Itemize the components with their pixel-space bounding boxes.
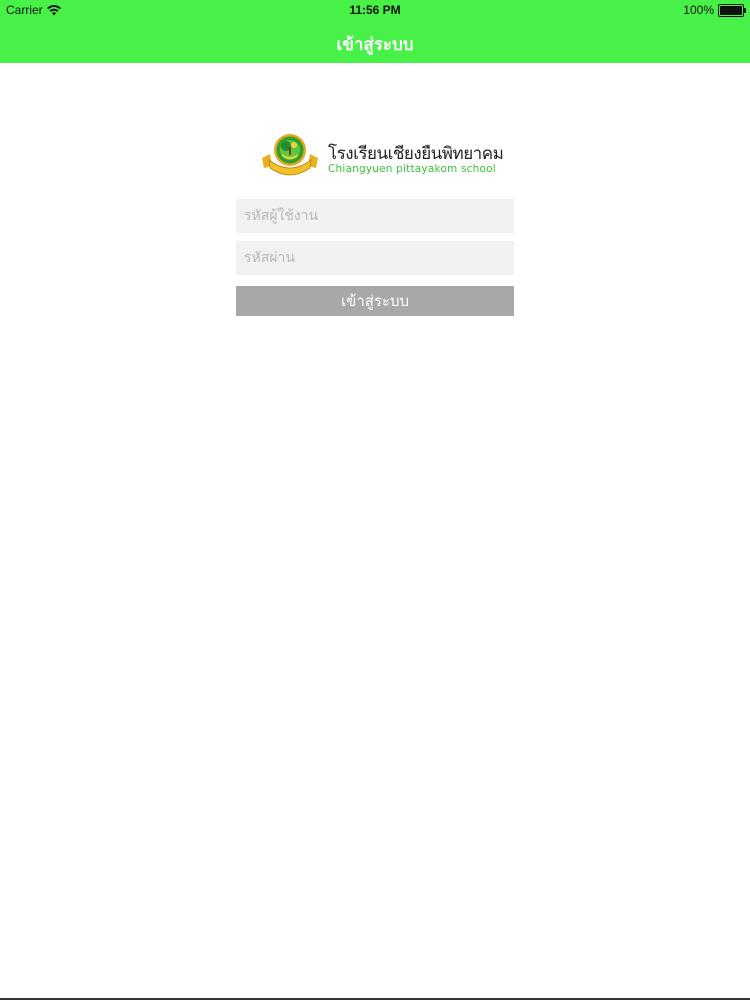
school-emblem-icon	[262, 134, 318, 176]
school-logo: โรงเรียนเชียงยืนพิทยาคม Chiangyuen pitta…	[260, 132, 504, 180]
page-title: เข้าสู่ระบบ	[336, 35, 414, 55]
status-bar: Carrier 11:56 PM 100%	[0, 0, 750, 20]
password-input[interactable]	[236, 241, 514, 275]
login-screen: Carrier 11:56 PM 100% เข้าสู่ระบบ โรงเรี…	[0, 0, 750, 1000]
battery-percent: 100%	[683, 3, 714, 17]
username-input[interactable]	[236, 199, 514, 233]
login-button[interactable]: เข้าสู่ระบบ	[236, 286, 514, 316]
school-name-english: Chiangyuen pittayakom school	[328, 163, 496, 175]
navigation-bar: Carrier 11:56 PM 100% เข้าสู่ระบบ	[0, 0, 750, 63]
status-right: 100%	[683, 3, 746, 17]
status-time: 11:56 PM	[349, 3, 401, 17]
battery-fill	[720, 5, 742, 15]
battery-icon	[718, 3, 746, 17]
